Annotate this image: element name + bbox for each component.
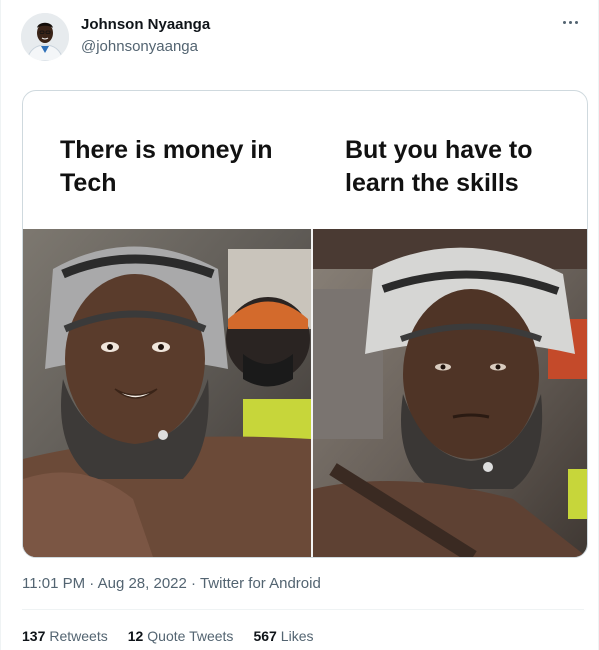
tweet: Johnson Nyaanga @johnsonyaanga There is … bbox=[0, 0, 599, 650]
avatar[interactable] bbox=[21, 13, 69, 61]
divider bbox=[22, 609, 584, 610]
author-name[interactable]: Johnson Nyaanga bbox=[81, 16, 210, 33]
tweet-timestamp: 11:01 PM · Aug 28, 2022 · Twitter for An… bbox=[22, 575, 321, 592]
likes-label: Likes bbox=[280, 628, 314, 644]
author-handle[interactable]: @johnsonyaanga bbox=[81, 38, 198, 55]
retweets-count: 137 bbox=[22, 628, 46, 644]
likes-stat[interactable]: 567 Likes bbox=[253, 628, 313, 644]
quote-tweets-count: 12 bbox=[127, 628, 144, 644]
quote-tweets-stat[interactable]: 12 Quote Tweets bbox=[128, 628, 234, 644]
tweet-date[interactable]: Aug 28, 2022 bbox=[98, 575, 187, 592]
retweets-label: Retweets bbox=[49, 628, 108, 644]
retweets-stat[interactable]: 137 Retweets bbox=[22, 628, 108, 644]
tweet-stats: 137 Retweets 12 Quote Tweets 567 Likes bbox=[22, 628, 313, 644]
likes-count: 567 bbox=[253, 628, 277, 644]
tweet-media-image[interactable]: There is money in Tech But you have to l… bbox=[22, 90, 588, 558]
meme-photo-right bbox=[313, 229, 587, 557]
tweet-source[interactable]: Twitter for Android bbox=[200, 575, 321, 592]
meme-caption-right: But you have to learn the skills bbox=[345, 136, 533, 197]
meta-separator: · bbox=[191, 575, 197, 592]
meme-photo-left bbox=[23, 229, 311, 557]
meta-separator: · bbox=[89, 575, 95, 592]
more-options-button[interactable] bbox=[556, 12, 584, 32]
quote-tweets-label: Quote Tweets bbox=[147, 628, 234, 644]
tweet-time[interactable]: 11:01 PM bbox=[22, 575, 85, 592]
meme-caption-left: There is money in Tech bbox=[60, 136, 273, 197]
ellipsis-icon bbox=[562, 20, 566, 24]
